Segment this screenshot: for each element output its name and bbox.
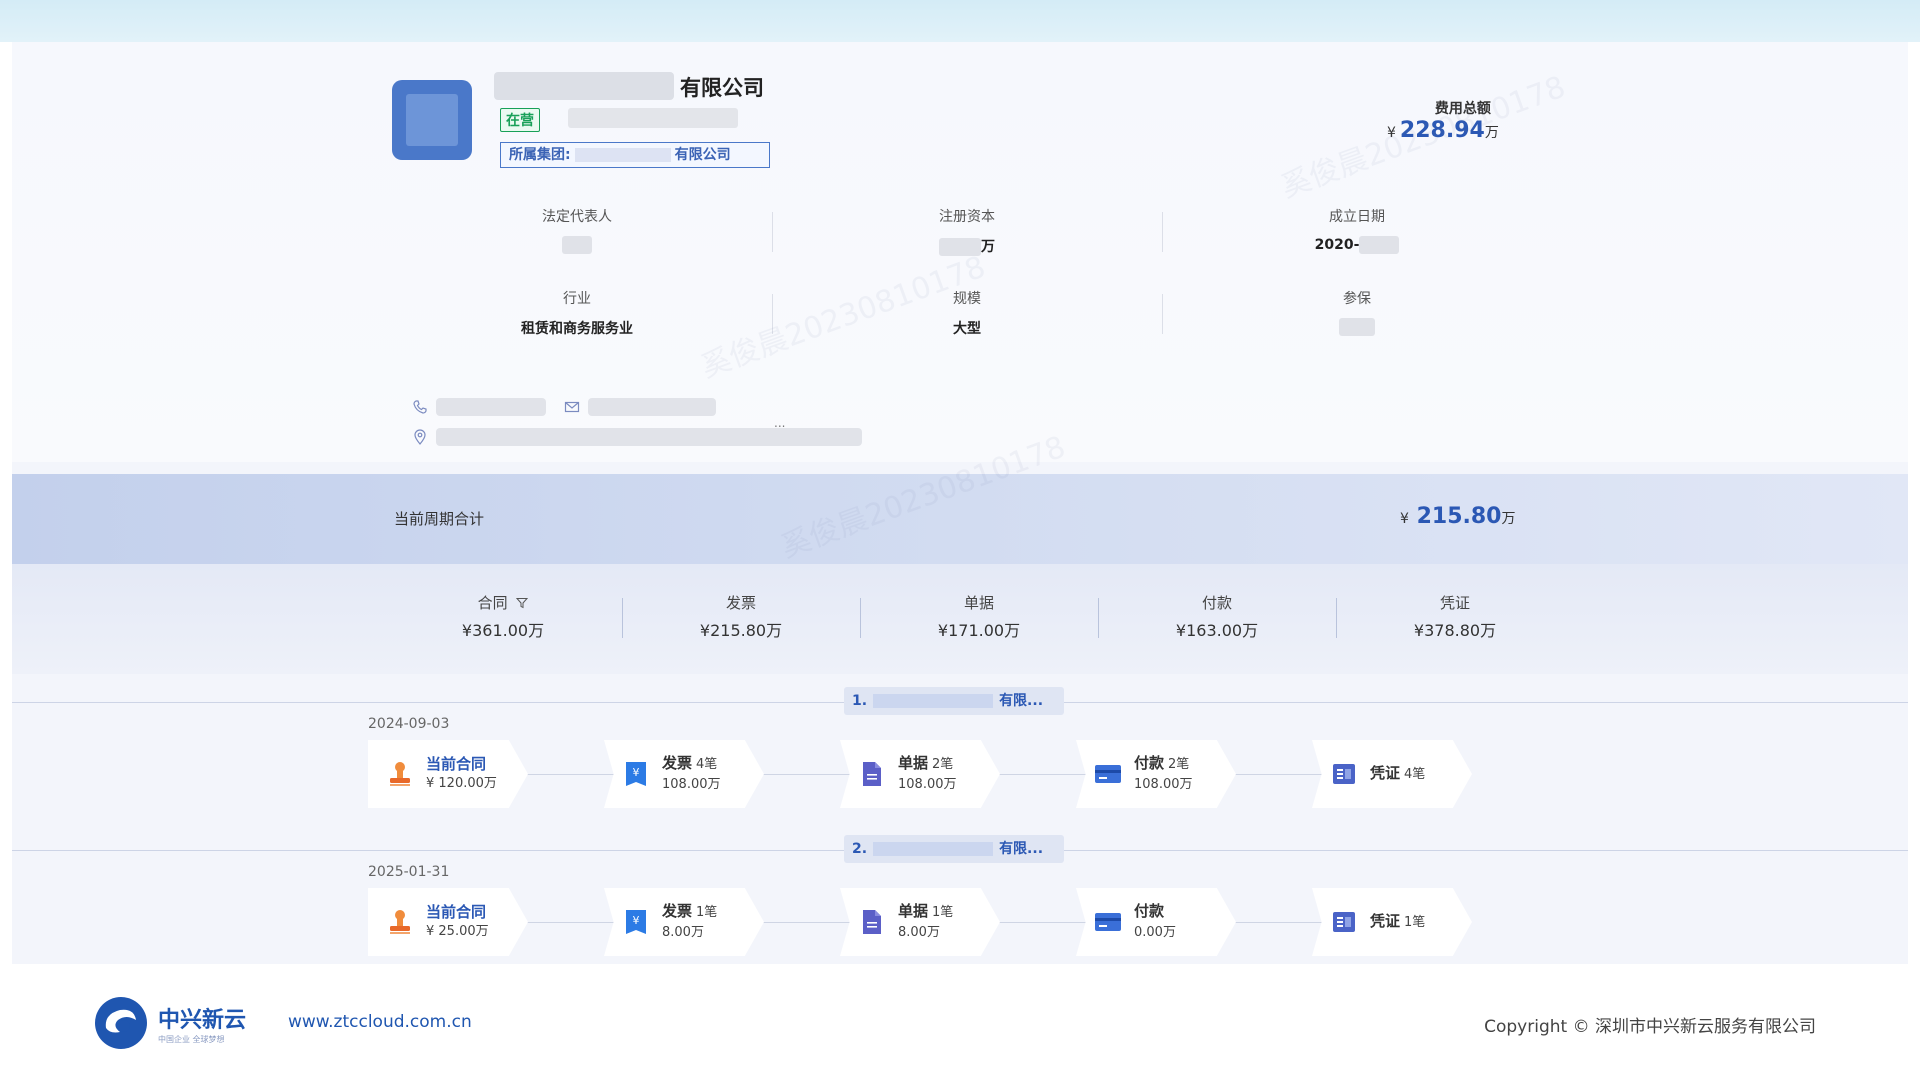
step-voucher[interactable]: 凭证 1笔 [1312,888,1472,956]
timeline-date: 2025-01-31 [368,864,450,880]
group-label: 所属集团: [509,147,571,163]
info-scale: 规模 大型 [772,284,1162,366]
phone-redacted [436,398,546,416]
info-registered-capital: 注册资本 万 [772,202,1162,284]
step-invoice[interactable]: ¥ 发票 4笔 108.00万 [604,740,764,808]
contract-name-redacted [873,842,994,856]
timeline-1: 1. 有限... 2024-09-03 当前合同 ¥ 120.00万 ¥ 发票 4笔 1… [12,687,1908,824]
info-legal-rep: 法定代表人 [382,202,772,284]
brand-name: 中兴新云 [158,1007,247,1033]
metric-payment[interactable]: 付款 ¥163.00万 [1098,592,1336,641]
cycle-total-value: 215.80 [1416,504,1502,529]
legal-rep-redacted [562,236,592,254]
document-icon [858,760,886,788]
invoice-icon: ¥ [622,908,650,936]
filter-icon[interactable] [516,597,529,609]
step-payment[interactable]: 付款 0.00万 [1076,888,1236,956]
step-document[interactable]: 单据 1笔 8.00万 [840,888,1000,956]
website-link[interactable]: www.ztccloud.com.cn [288,1012,472,1032]
ellipsis-text: ... [774,416,786,430]
fee-total: 费用总额 ¥228.94万 [1387,98,1499,143]
brand-logo: 中兴新云 中国企业 全球梦想 [90,994,246,1052]
contract-name-redacted [873,694,994,708]
status-badge: 在营 [500,108,540,132]
info-insured: 参保 [1162,284,1552,366]
stamp-icon [386,908,414,936]
fee-total-amount: ¥228.94万 [1387,118,1499,143]
fee-total-label: 费用总额 [1434,101,1491,117]
step-document[interactable]: 单据 2笔 108.00万 [840,740,1000,808]
timeline-title-tag[interactable]: 1. 有限... [844,687,1064,715]
email-row [564,398,716,416]
brand-slogan: 中国企业 全球梦想 [158,1034,225,1044]
company-info-grid: 法定代表人 注册资本 万 成立日期 2020- 行业 租赁和商务服务业 规模 大… [382,202,1572,366]
metric-contract[interactable]: 合同 ¥361.00万 [384,592,622,641]
voucher-icon [1330,908,1358,936]
voucher-icon [1330,760,1358,788]
phone-row [412,398,546,416]
cycle-total-band: 当前周期合计 ¥ 215.80万 [12,474,1908,564]
step-current-contract[interactable]: 当前合同 ¥ 120.00万 [368,740,528,808]
company-name: 有限公司 [680,76,764,100]
info-founded-date: 成立日期 2020- [1162,202,1552,284]
step-invoice[interactable]: ¥ 发票 1笔 8.00万 [604,888,764,956]
step-voucher[interactable]: 凭证 4笔 [1312,740,1472,808]
group-tag[interactable]: 所属集团: 有限公司 [500,142,770,168]
company-logo [392,80,472,160]
step-payment[interactable]: 付款 2笔 108.00万 [1076,740,1236,808]
company-header: 有限公司 在营 所属集团: 有限公司 费用总额 ¥228.94万 法定代表人 注册… [12,42,1908,462]
info-industry: 行业 租赁和商务服务业 [521,291,633,337]
group-suffix: 有限公司 [674,147,731,163]
email-redacted [588,398,716,416]
footer: 中兴新云 中国企业 全球梦想 www.ztccloud.com.cn Copyr… [0,964,1920,1080]
svg-text:¥: ¥ [633,766,640,779]
main-panel: 有限公司 在营 所属集团: 有限公司 费用总额 ¥228.94万 法定代表人 注册… [12,42,1908,964]
svg-text:¥: ¥ [633,914,640,927]
fee-total-value: 228.94 [1399,118,1485,143]
location-pin-icon [414,429,426,445]
address-row [412,428,862,446]
timeline-date: 2024-09-03 [368,716,450,732]
cycle-total-label: 当前周期合计 [394,510,485,528]
metric-document[interactable]: 单据 ¥171.00万 [860,592,1098,641]
company-name-redacted [494,72,674,100]
cloud-logo-icon [95,997,147,1049]
timeline-title-tag[interactable]: 2. 有限... [844,835,1064,863]
metrics-bar: 合同 ¥361.00万 发票 ¥215.80万 单据 ¥171.00万 付款 ¥… [12,564,1908,674]
card-icon [1094,760,1122,788]
stamp-icon [386,760,414,788]
mail-icon [564,401,580,413]
copyright-text: Copyright © 深圳市中兴新云服务有限公司 [1484,1017,1816,1037]
credit-code-redacted [568,108,738,128]
cycle-total-amount: ¥ 215.80万 [1400,504,1516,529]
document-icon [858,908,886,936]
metric-invoice[interactable]: 发票 ¥215.80万 [622,592,860,641]
metric-voucher[interactable]: 凭证 ¥378.80万 [1336,592,1574,641]
card-icon [1094,908,1122,936]
step-current-contract[interactable]: 当前合同 ¥ 25.00万 [368,888,528,956]
invoice-icon: ¥ [622,760,650,788]
timeline-2: 2. 有限... 2025-01-31 当前合同 ¥ 25.00万 ¥ 发票 1笔 8.… [12,835,1908,972]
address-redacted [436,428,862,446]
group-name-redacted [574,148,671,162]
phone-icon [413,400,427,414]
